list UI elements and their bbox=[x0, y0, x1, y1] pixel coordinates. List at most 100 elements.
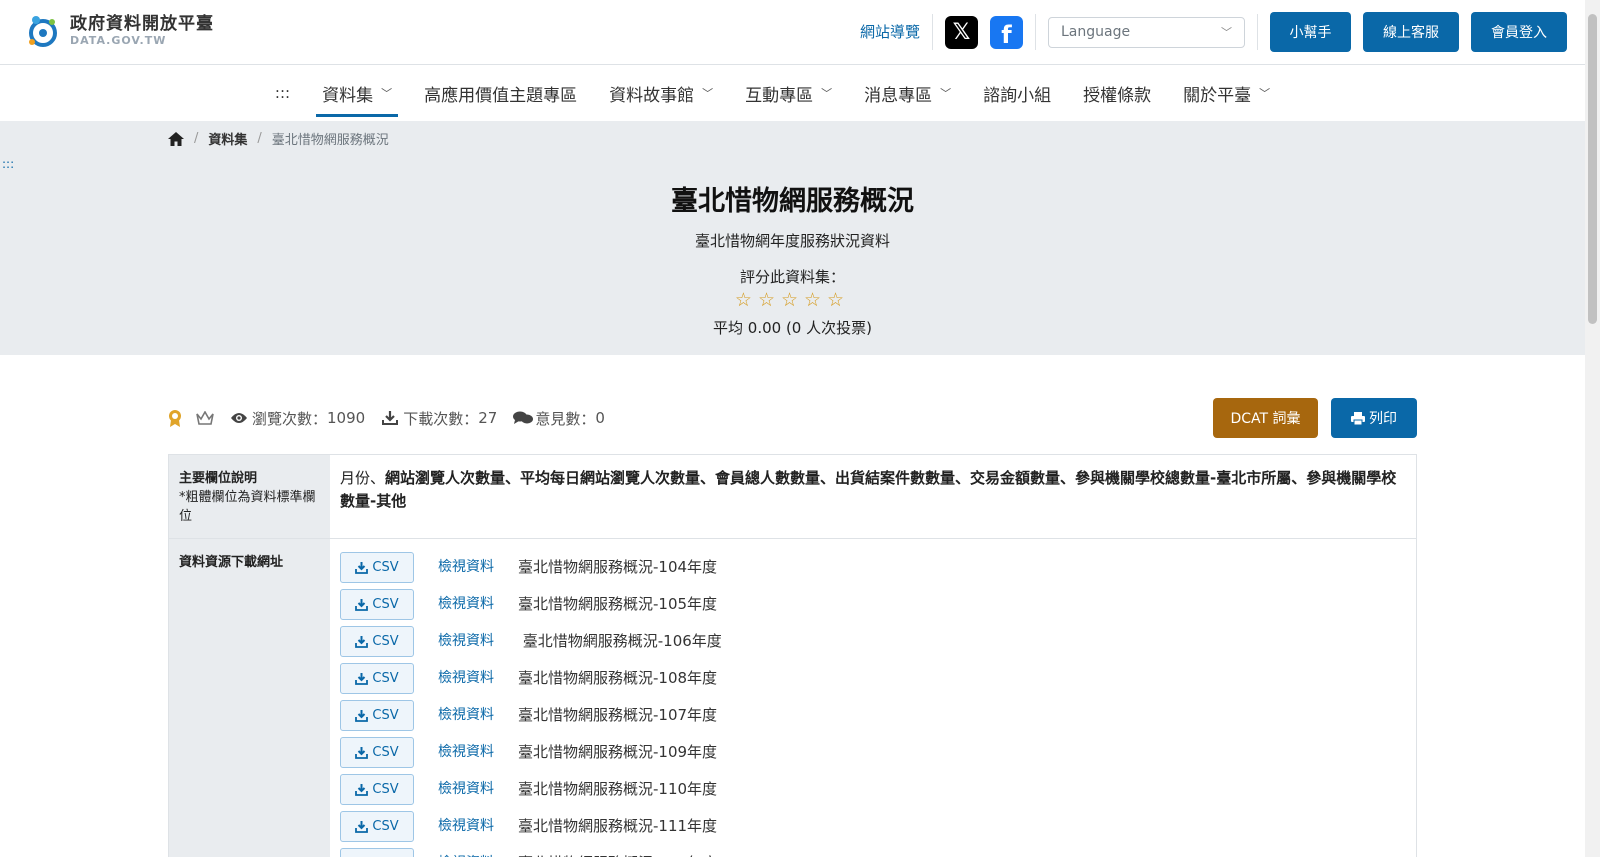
breadcrumb-datasets[interactable]: 資料集 bbox=[208, 129, 247, 148]
download-icon bbox=[381, 411, 399, 425]
nav-item-label: 資料集 bbox=[322, 85, 374, 106]
nav-item-label: 授權條款 bbox=[1083, 85, 1152, 106]
online-service-button[interactable]: 線上客服 bbox=[1363, 12, 1459, 52]
logo-icon bbox=[24, 12, 62, 50]
logo-subtitle: DATA.GOV.TW bbox=[70, 34, 167, 47]
nav-item-label: 資料故事館 bbox=[609, 85, 695, 106]
nav-item-stories[interactable]: 資料故事館 ﹀ bbox=[593, 65, 729, 121]
rating-stars[interactable]: ☆☆☆☆☆ bbox=[0, 289, 1585, 311]
fields-list: 月份、網站瀏覽人次數量、平均每日網站瀏覽人次數量、會員總人數數量、出貨結案件數數… bbox=[330, 455, 1416, 538]
csv-download-button[interactable]: CSV bbox=[340, 552, 414, 583]
nav-item-label: 高應用價值主題專區 bbox=[424, 85, 578, 106]
resource-name: 臺北惜物網服務概況-107年度 bbox=[518, 706, 718, 724]
csv-download-button[interactable]: CSV bbox=[340, 811, 414, 842]
nav-item-advisory[interactable]: 諮詢小組 bbox=[967, 65, 1067, 121]
nav-item-license[interactable]: 授權條款 bbox=[1067, 65, 1167, 121]
chevron-down-icon: ﹀ bbox=[940, 87, 952, 100]
fields-header-note: *粗體欄位為資料標準欄位 bbox=[179, 490, 316, 524]
site-logo[interactable]: 政府資料開放平臺 DATA.GOV.TW bbox=[24, 12, 214, 50]
page-scrollbar[interactable] bbox=[1585, 0, 1600, 857]
csv-download-button[interactable]: CSV bbox=[340, 700, 414, 731]
nav-access-key[interactable]: ::: bbox=[259, 84, 306, 102]
nav-item-label: 消息專區 bbox=[864, 85, 933, 106]
view-data-link[interactable]: 檢視資料 bbox=[438, 741, 518, 764]
language-select[interactable]: Language ﹀ bbox=[1048, 16, 1245, 48]
helper-button[interactable]: 小幫手 bbox=[1270, 12, 1351, 52]
print-label: 列印 bbox=[1369, 411, 1397, 427]
resource-row: CSV 檢視資料 臺北惜物網服務概況-110年度 bbox=[340, 771, 1406, 808]
x-twitter-icon[interactable]: 𝕏 bbox=[945, 15, 978, 49]
dcat-button[interactable]: DCAT 詞彙 bbox=[1213, 398, 1318, 438]
breadcrumb: / 資料集 / 臺北惜物網服務概況 bbox=[168, 129, 389, 148]
dataset-meta: 瀏覽次數： 1090 下載次數： 27 意見數： 0 bbox=[168, 398, 621, 438]
download-icon bbox=[355, 783, 369, 796]
chevron-down-icon: ﹀ bbox=[702, 87, 714, 100]
csv-label: CSV bbox=[372, 634, 399, 649]
print-button[interactable]: 列印 bbox=[1331, 398, 1417, 438]
nav-item-high-value[interactable]: 高應用價值主題專區 bbox=[408, 65, 593, 121]
breadcrumb-separator: / bbox=[194, 131, 199, 146]
csv-download-button[interactable]: CSV bbox=[340, 774, 414, 805]
nav-item-datasets[interactable]: 資料集 ﹀ bbox=[306, 65, 408, 121]
site-header: 政府資料開放平臺 DATA.GOV.TW 網站導覽 𝕏 f Language ﹀… bbox=[0, 0, 1585, 65]
csv-label: CSV bbox=[372, 671, 399, 686]
csv-download-button[interactable]: CSV bbox=[340, 737, 414, 768]
csv-label: CSV bbox=[372, 819, 399, 834]
view-data-link[interactable]: 檢視資料 bbox=[438, 704, 518, 727]
scrollbar-thumb[interactable] bbox=[1588, 14, 1597, 324]
view-data-link[interactable]: 檢視資料 bbox=[438, 667, 518, 690]
dataset-hero: / 資料集 / 臺北惜物網服務概況 ::: 臺北惜物網服務概況 臺北惜物網年度服… bbox=[0, 121, 1585, 355]
comments-label: 意見數： bbox=[535, 409, 596, 428]
logo-title: 政府資料開放平臺 bbox=[70, 14, 214, 34]
csv-download-button[interactable]: CSV bbox=[340, 848, 414, 857]
side-access-key[interactable]: ::: bbox=[2, 157, 14, 171]
member-login-button[interactable]: 會員登入 bbox=[1471, 12, 1567, 52]
download-icon bbox=[355, 598, 369, 611]
csv-label: CSV bbox=[372, 708, 399, 723]
page-title: 臺北惜物網服務概況 bbox=[671, 186, 914, 217]
rate-label: 評分此資料集： bbox=[739, 268, 845, 286]
nav-item-interactive[interactable]: 互動專區 ﹀ bbox=[729, 65, 848, 121]
view-data-link[interactable]: 檢視資料 bbox=[438, 815, 518, 838]
resource-name: 臺北惜物網服務概況-105年度 bbox=[518, 595, 718, 613]
home-icon[interactable] bbox=[168, 131, 184, 146]
site-guide-link[interactable]: 網站導覽 bbox=[860, 14, 933, 50]
csv-label: CSV bbox=[372, 597, 399, 612]
resource-name: 臺北惜物網服務概況-110年度 bbox=[518, 780, 718, 798]
resource-row: CSV 檢視資料臺北惜物網服務概況-112年度 bbox=[340, 845, 1406, 857]
csv-download-button[interactable]: CSV bbox=[340, 626, 414, 657]
resource-row: CSV 檢視資料 臺北惜物網服務概況-111年度 bbox=[340, 808, 1406, 845]
dataset-description: 臺北惜物網年度服務狀況資料 bbox=[694, 232, 890, 250]
nav-item-label: 關於平臺 bbox=[1183, 85, 1252, 106]
nav-item-label: 諮詢小組 bbox=[983, 85, 1052, 106]
resource-row: CSV 檢視資料 臺北惜物網服務概況-106年度 bbox=[340, 623, 1406, 660]
view-data-link[interactable]: 檢視資料 bbox=[438, 852, 518, 857]
download-icon bbox=[355, 561, 369, 574]
nav-item-about[interactable]: 關於平臺 ﹀ bbox=[1167, 65, 1286, 121]
csv-label: CSV bbox=[372, 852, 398, 857]
fields-header: 主要欄位說明 bbox=[179, 471, 258, 486]
chevron-down-icon: ﹀ bbox=[1221, 26, 1232, 39]
resource-row: CSV 檢視資料 臺北惜物網服務概況-109年度 bbox=[340, 734, 1406, 771]
resource-name: 臺北惜物網服務概況-111年度 bbox=[518, 817, 718, 835]
view-data-link[interactable]: 檢視資料 bbox=[438, 630, 518, 653]
rating-average: 平均 0.00 (0 人次投票) bbox=[713, 319, 872, 337]
resource-name: 臺北惜物網服務概況-108年度 bbox=[518, 669, 718, 687]
crown-icon bbox=[196, 410, 214, 425]
resource-row: CSV 檢視資料 臺北惜物網服務概況-104年度 bbox=[340, 549, 1406, 586]
nav-item-news[interactable]: 消息專區 ﹀ bbox=[848, 65, 967, 121]
views-count: 1090 bbox=[327, 409, 366, 427]
view-data-link[interactable]: 檢視資料 bbox=[438, 778, 518, 801]
breadcrumb-current: 臺北惜物網服務概況 bbox=[271, 133, 389, 148]
download-icon bbox=[355, 820, 369, 833]
facebook-icon[interactable]: f bbox=[990, 15, 1023, 49]
view-data-link[interactable]: 檢視資料 bbox=[438, 593, 518, 616]
resources-list: CSV 檢視資料 臺北惜物網服務概況-104年度 CSV 檢視資料 臺北惜物網服務概況-1… bbox=[330, 539, 1416, 857]
view-data-link[interactable]: 檢視資料 bbox=[438, 556, 518, 579]
dataset-info-table: 主要欄位說明 *粗體欄位為資料標準欄位 月份、網站瀏覽人次數量、平均每日網站瀏覽… bbox=[168, 454, 1417, 857]
download-icon bbox=[355, 672, 369, 685]
csv-label: CSV bbox=[372, 560, 399, 575]
download-icon bbox=[355, 746, 369, 759]
csv-download-button[interactable]: CSV bbox=[340, 589, 414, 620]
csv-download-button[interactable]: CSV bbox=[340, 663, 414, 694]
